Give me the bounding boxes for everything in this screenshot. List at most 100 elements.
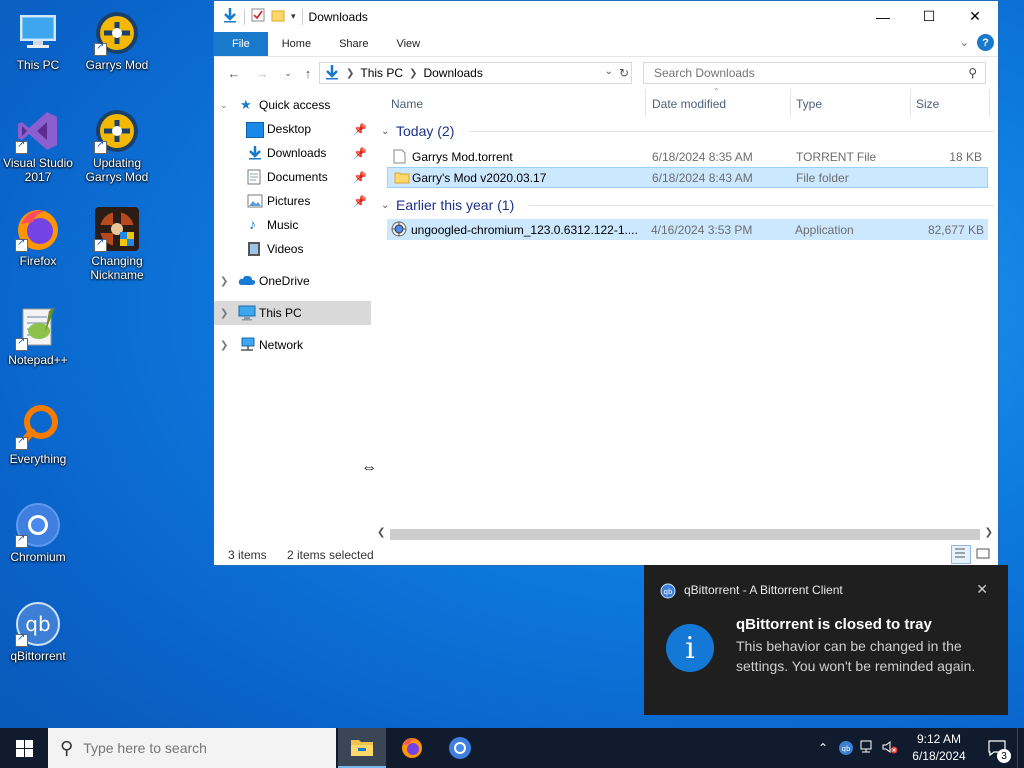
nav-item-onedrive[interactable]: ❯ OneDrive — [214, 269, 371, 293]
show-hidden-icons-chevron-icon[interactable]: ⌃ — [815, 741, 831, 755]
file-row-selected[interactable]: Garry's Mod v2020.03.17 6/18/2024 8:43 A… — [387, 167, 988, 188]
address-bar[interactable]: ❯ This PC ❯ Downloads ⌄ — [319, 62, 632, 84]
svg-text:qb: qb — [842, 745, 851, 753]
nav-item-quick-access[interactable]: ⌄ ★ Quick access — [214, 93, 371, 117]
nav-item-network[interactable]: ❯ Network — [214, 333, 371, 357]
clock[interactable]: 9:12 AM 6/18/2024 — [904, 731, 974, 765]
tab-file[interactable]: File — [214, 32, 268, 56]
nav-item-music[interactable]: ♪ Music — [214, 213, 371, 237]
notification-toast[interactable]: qb qBittorrent - A Bittorrent Client ✕ i… — [644, 565, 1008, 715]
search-input[interactable] — [652, 65, 956, 81]
pin-icon[interactable]: 📌 — [353, 195, 367, 208]
pin-icon[interactable]: 📌 — [353, 147, 367, 160]
desktop-icon-notepad-plus-plus[interactable]: Notepad++ — [0, 305, 76, 367]
refresh-button[interactable]: ↻ — [614, 62, 634, 84]
network-status-icon[interactable] — [857, 740, 879, 757]
tab-home[interactable]: Home — [268, 32, 325, 56]
collapsed-chevron-icon[interactable]: ❯ — [220, 340, 228, 351]
desktop-icon-changing-nickname[interactable]: Changing Nickname — [79, 206, 155, 282]
tab-share[interactable]: Share — [325, 32, 382, 56]
large-icons-view-icon[interactable] — [975, 546, 991, 561]
close-button[interactable]: ✕ — [952, 1, 998, 32]
garrys-mod-icon — [94, 10, 140, 56]
volume-muted-icon[interactable] — [879, 740, 901, 757]
properties-icon[interactable] — [251, 8, 265, 25]
maximize-button[interactable]: ☐ — [906, 1, 952, 32]
column-header-date-modified[interactable]: Date modified — [652, 97, 726, 111]
qbittorrent-tray-icon[interactable]: qb — [835, 740, 857, 756]
scroll-right-icon[interactable]: ❯ — [985, 527, 993, 538]
tab-view[interactable]: View — [382, 32, 434, 56]
horizontal-scrollbar[interactable]: ❮ ❯ — [374, 527, 996, 542]
group-collapse-icon[interactable]: ⌄ — [381, 200, 389, 211]
collapsed-chevron-icon[interactable]: ❯ — [220, 276, 228, 287]
taskbar-firefox[interactable] — [388, 728, 436, 768]
title-bar[interactable]: ▾ Downloads — ☐ ✕ — [214, 1, 998, 32]
scrollbar-thumb[interactable] — [390, 529, 980, 540]
svg-text:qb: qb — [664, 588, 673, 596]
desktop-icon-chromium[interactable]: Chromium — [0, 502, 76, 564]
column-header-type[interactable]: Type — [796, 97, 822, 111]
minimize-button[interactable]: — — [860, 1, 906, 32]
search-box[interactable]: ⚲ — [643, 62, 986, 84]
collapsed-chevron-icon[interactable]: ❯ — [220, 308, 228, 319]
taskbar-file-explorer[interactable] — [338, 728, 386, 768]
close-icon[interactable]: ✕ — [976, 581, 988, 598]
taskbar-search-input[interactable] — [81, 739, 326, 757]
nav-item-videos[interactable]: Videos — [214, 237, 371, 261]
file-explorer-window[interactable]: ▾ Downloads — ☐ ✕ File Home Share View ⌄… — [213, 0, 999, 566]
desktop-icon-qbittorrent[interactable]: qb qBittorrent — [0, 601, 76, 663]
desktop-icon-updating-garrys-mod[interactable]: Updating Garrys Mod — [79, 108, 155, 184]
sort-indicator-icon: ⌃ — [713, 87, 720, 96]
breadcrumb-separator-icon: ❯ — [409, 67, 418, 79]
firefox-icon — [402, 738, 422, 758]
start-button[interactable] — [0, 728, 48, 768]
details-view-icon[interactable] — [951, 545, 971, 564]
clock-time: 9:12 AM — [916, 732, 962, 746]
selection-count: 2 items selected — [287, 548, 374, 562]
expand-ribbon-icon[interactable]: ⌄ — [960, 36, 969, 49]
address-dropdown-icon[interactable]: ⌄ — [605, 66, 613, 77]
file-row[interactable]: Garrys Mod.torrent 6/18/2024 8:35 AM TOR… — [379, 146, 994, 167]
desktop-folder-icon — [246, 122, 264, 138]
nav-item-this-pc[interactable]: ❯ This PC — [214, 301, 371, 325]
desktop-icon-visual-studio[interactable]: Visual Studio 2017 — [0, 108, 76, 184]
back-button[interactable]: ← — [222, 66, 246, 81]
group-header-today[interactable]: ⌄ Today (2) — [379, 120, 994, 142]
pin-icon[interactable]: 📌 — [353, 123, 367, 136]
folder-icon — [394, 171, 410, 187]
column-header-name[interactable]: Name — [391, 97, 423, 111]
nav-item-pictures[interactable]: Pictures 📌 — [214, 189, 371, 213]
qat-dropdown-icon[interactable]: ▾ — [291, 11, 296, 22]
new-folder-icon[interactable] — [271, 8, 285, 25]
up-button[interactable]: ↑ — [296, 66, 320, 81]
taskbar-chromium[interactable] — [436, 728, 484, 768]
action-center-button[interactable]: 3 — [980, 728, 1014, 768]
system-tray: ⌃ qb — [815, 728, 901, 768]
file-row-selected[interactable]: ungoogled-chromium_123.0.6312.122-1.... … — [387, 219, 988, 240]
forward-button[interactable]: → — [250, 66, 274, 81]
desktop-icon-this-pc[interactable]: This PC — [0, 10, 76, 72]
desktop-icon-garrys-mod[interactable]: Garrys Mod — [79, 10, 155, 72]
column-header-size[interactable]: Size — [916, 97, 939, 111]
group-collapse-icon[interactable]: ⌄ — [381, 126, 389, 137]
search-icon: ⚲ — [60, 737, 74, 758]
nav-item-desktop[interactable]: Desktop 📌 — [214, 117, 371, 141]
torrent-file-icon — [393, 149, 406, 167]
group-header-earlier-this-year[interactable]: ⌄ Earlier this year (1) — [379, 194, 994, 216]
taskbar-search-box[interactable]: ⚲ — [48, 728, 336, 768]
breadcrumb-this-pc[interactable]: This PC — [360, 66, 403, 80]
desktop-icon-firefox[interactable]: Firefox — [0, 206, 76, 268]
pin-icon[interactable]: 📌 — [353, 171, 367, 184]
application-icon — [391, 221, 407, 240]
scroll-left-icon[interactable]: ❮ — [377, 527, 385, 538]
nav-item-downloads[interactable]: Downloads 📌 — [214, 141, 371, 165]
show-desktop-button[interactable] — [1017, 728, 1024, 768]
help-icon[interactable]: ? — [977, 34, 994, 51]
cloud-icon — [238, 273, 256, 287]
desktop-icon-everything[interactable]: Everything — [0, 404, 76, 466]
breadcrumb-downloads[interactable]: Downloads — [423, 66, 482, 80]
nav-item-documents[interactable]: Documents 📌 — [214, 165, 371, 189]
tf2-icon — [94, 206, 140, 252]
expanded-chevron-icon[interactable]: ⌄ — [220, 100, 228, 111]
